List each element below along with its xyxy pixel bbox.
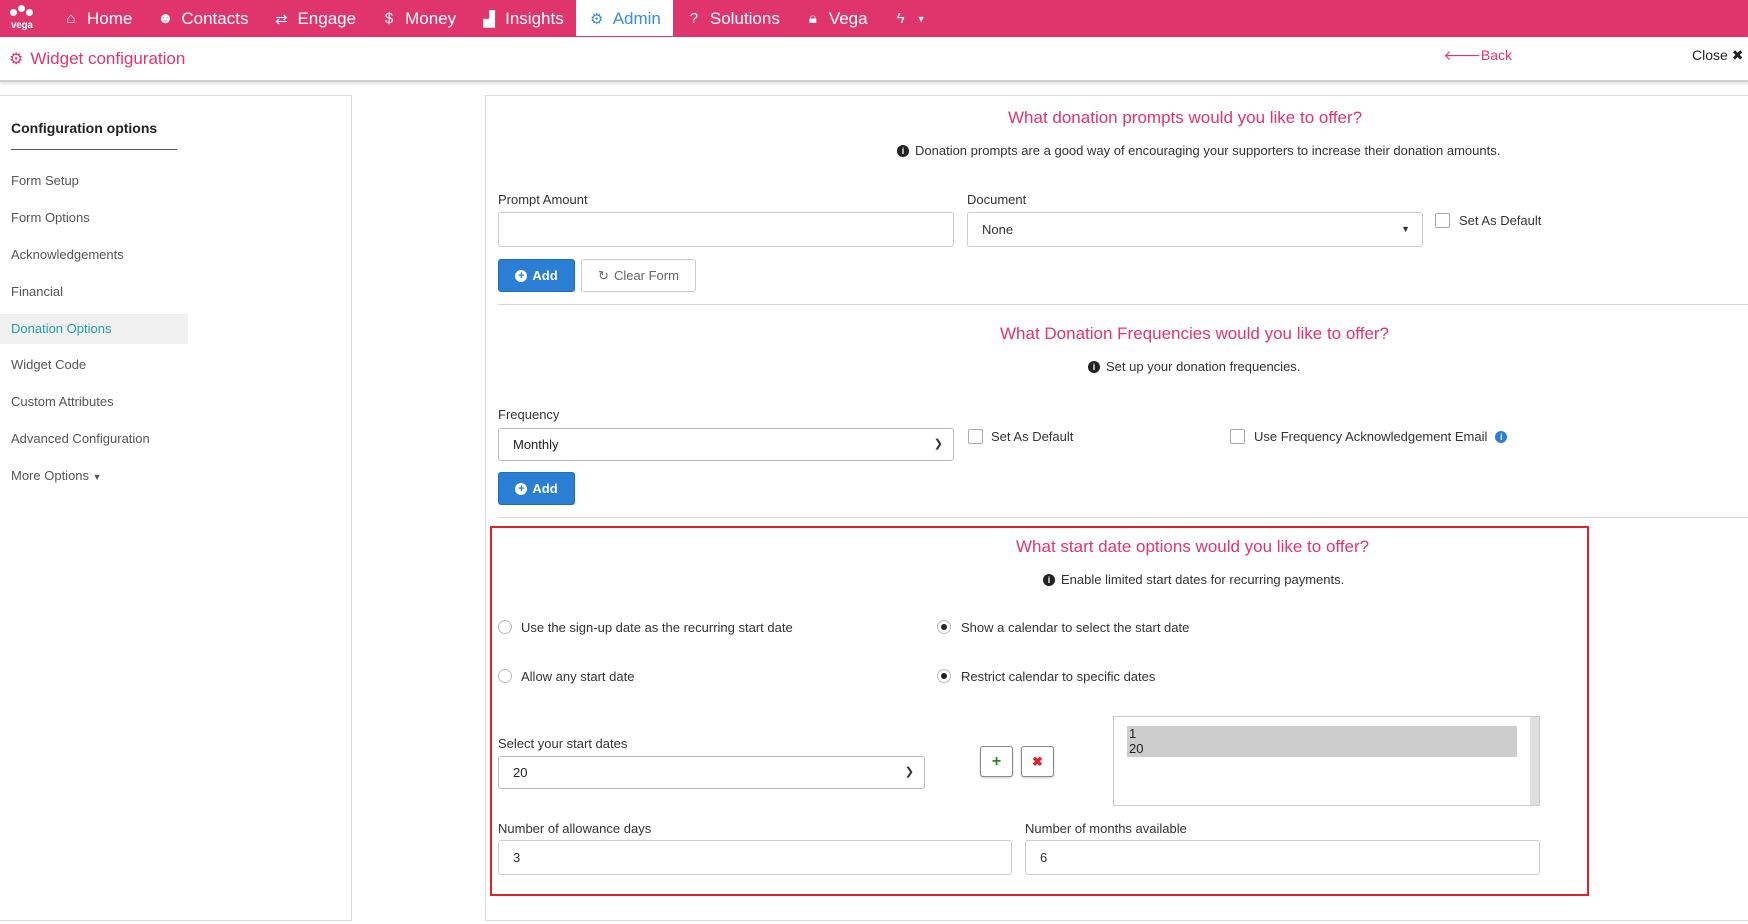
caret-down-icon: ▼ bbox=[916, 13, 926, 24]
frequency-default-label: Set As Default bbox=[991, 429, 1074, 444]
sidebar-heading: Configuration options bbox=[11, 120, 158, 136]
start-dates-title: What start date options would you like t… bbox=[1016, 537, 1370, 556]
start-dates-info: i Enable limited start dates for recurrin… bbox=[1043, 572, 1344, 587]
nav-contacts[interactable]: ☻ Contacts bbox=[144, 0, 260, 37]
logo-people-icon bbox=[10, 5, 38, 21]
page-title: ⚙ Widget configuration bbox=[9, 49, 186, 68]
signup-date-label: Use the sign-up date as the recurring st… bbox=[521, 620, 793, 635]
divider bbox=[498, 517, 1748, 518]
dollar-icon: $ bbox=[384, 10, 394, 27]
caret-down-icon: ▼ bbox=[92, 472, 102, 482]
back-button[interactable]: 🡐Back bbox=[1443, 47, 1512, 64]
divider bbox=[11, 149, 177, 150]
prompt-default-label: Set As Default bbox=[1459, 213, 1542, 228]
prompts-info: i Donation prompts are a good way of enco… bbox=[897, 143, 1500, 158]
exchange-icon: ⇄ bbox=[275, 10, 288, 28]
frequency-default-checkbox[interactable] bbox=[968, 429, 983, 444]
users-icon: ☻ bbox=[157, 10, 174, 27]
any-start-date-label: Allow any start date bbox=[521, 669, 635, 684]
allowance-days-label: Number of allowance days bbox=[498, 821, 652, 836]
nav-money[interactable]: $ Money bbox=[368, 0, 468, 37]
sidebar-item-form-options[interactable]: Form Options bbox=[0, 203, 188, 233]
home-icon: ⌂ bbox=[66, 10, 76, 27]
question-icon: ? bbox=[689, 10, 699, 27]
chart-icon: ▟ bbox=[483, 10, 495, 28]
prompt-amount-input[interactable] bbox=[498, 212, 954, 247]
nav-solutions[interactable]: ? Solutions bbox=[673, 0, 792, 37]
plus-circle-icon: + bbox=[515, 482, 528, 495]
refresh-icon: ↻ bbox=[598, 267, 609, 283]
frequencies-info: i Set up your donation frequencies. bbox=[1088, 359, 1300, 374]
restrict-calendar-label: Restrict calendar to specific dates bbox=[961, 669, 1156, 684]
nav-engage[interactable]: ⇄ Engage bbox=[260, 0, 368, 37]
logo-text: vega bbox=[11, 20, 33, 31]
lock-icon: 🔒︎ bbox=[808, 10, 817, 27]
close-icon: ✖ bbox=[1032, 753, 1043, 769]
restrict-calendar-radio[interactable] bbox=[937, 669, 951, 683]
signup-date-radio[interactable] bbox=[498, 620, 512, 634]
divider bbox=[498, 304, 1748, 305]
info-icon[interactable]: i bbox=[1495, 430, 1508, 443]
start-date-select[interactable]: 20 ❯ bbox=[498, 756, 925, 789]
nav-admin[interactable]: ⚙ Admin bbox=[575, 0, 673, 36]
prompt-amount-label: Prompt Amount bbox=[498, 192, 588, 207]
clear-form-button[interactable]: ↻ Clear Form bbox=[581, 259, 696, 292]
info-icon: i bbox=[897, 144, 909, 157]
add-prompt-button[interactable]: + Add bbox=[498, 259, 575, 292]
selected-start-dates-list[interactable]: 1 20 bbox=[1113, 716, 1540, 806]
start-dates-select-label: Select your start dates bbox=[498, 736, 628, 751]
months-available-label: Number of months available bbox=[1025, 821, 1187, 836]
top-nav: vega ⌂ Home ☻ Contacts ⇄ Engage $ Money ▟ Ins… bbox=[0, 0, 1748, 37]
info-icon: i bbox=[1088, 360, 1100, 373]
frequency-label: Frequency bbox=[498, 407, 560, 422]
sidebar-item-widget-code[interactable]: Widget Code bbox=[0, 350, 188, 380]
prompts-title: What donation prompts would you like to … bbox=[1008, 108, 1363, 127]
vega-logo[interactable]: vega bbox=[0, 0, 50, 37]
list-item[interactable]: 20 bbox=[1127, 741, 1517, 757]
arrow-left-icon: 🡐 bbox=[1443, 47, 1481, 63]
page-header: ⚙ Widget configuration 🡐Back Close ✖ bbox=[0, 37, 1748, 82]
list-item[interactable]: 1 bbox=[1127, 726, 1517, 742]
sidebar-item-advanced-configuration[interactable]: Advanced Configuration bbox=[0, 424, 188, 454]
remove-start-date-button[interactable]: ✖ bbox=[1021, 746, 1054, 777]
frequencies-title: What Donation Frequencies would you like… bbox=[1000, 324, 1390, 343]
bolt-icon: ϟ bbox=[896, 10, 905, 27]
frequency-select[interactable]: Monthly ❯ bbox=[498, 428, 954, 461]
sidebar-item-more-options[interactable]: More Options ▼ bbox=[0, 461, 188, 491]
sidebar-item-form-setup[interactable]: Form Setup bbox=[0, 166, 188, 196]
gears-icon: ⚙ bbox=[589, 11, 604, 28]
prompt-default-checkbox[interactable] bbox=[1435, 213, 1450, 228]
allowance-days-input[interactable]: 3 bbox=[498, 840, 1012, 875]
nav-quick-actions[interactable]: ϟ ▼ bbox=[880, 0, 938, 37]
sidebar-item-custom-attributes[interactable]: Custom Attributes bbox=[0, 387, 188, 417]
any-start-date-radio[interactable] bbox=[498, 669, 512, 683]
calendar-radio[interactable] bbox=[937, 620, 951, 634]
caret-down-icon: ▼ bbox=[1401, 224, 1410, 234]
chevron-down-icon: ❯ bbox=[933, 438, 943, 450]
chevron-down-icon: ❯ bbox=[904, 766, 914, 778]
close-icon: ✖ bbox=[1731, 47, 1744, 63]
gears-icon: ⚙ bbox=[9, 51, 24, 68]
sidebar-item-acknowledgements[interactable]: Acknowledgements bbox=[0, 240, 188, 270]
frequency-ack-email-label: Use Frequency Acknowledgement Email i bbox=[1254, 429, 1508, 444]
config-sidebar: Configuration options Form Setup Form Op… bbox=[0, 95, 352, 921]
add-start-date-button[interactable]: + bbox=[980, 746, 1013, 777]
sidebar-item-donation-options[interactable]: Donation Options bbox=[0, 314, 188, 344]
nav-home[interactable]: ⌂ Home bbox=[50, 0, 144, 37]
info-icon: i bbox=[1043, 573, 1055, 586]
plus-circle-icon: + bbox=[515, 269, 528, 282]
months-available-input[interactable]: 6 bbox=[1025, 840, 1540, 875]
nav-insights[interactable]: ▟ Insights bbox=[468, 0, 576, 37]
nav-vega[interactable]: 🔒︎ Vega bbox=[792, 0, 880, 37]
calendar-label: Show a calendar to select the start date bbox=[961, 620, 1190, 635]
add-frequency-button[interactable]: + Add bbox=[498, 472, 575, 505]
document-select[interactable]: None ▼ bbox=[967, 212, 1423, 247]
sidebar-item-financial[interactable]: Financial bbox=[0, 277, 188, 307]
frequency-ack-email-checkbox[interactable] bbox=[1230, 429, 1245, 444]
scrollbar[interactable] bbox=[1530, 717, 1539, 805]
close-button[interactable]: Close ✖ bbox=[1692, 47, 1743, 64]
document-label: Document bbox=[967, 192, 1027, 207]
plus-icon: + bbox=[991, 752, 1002, 770]
